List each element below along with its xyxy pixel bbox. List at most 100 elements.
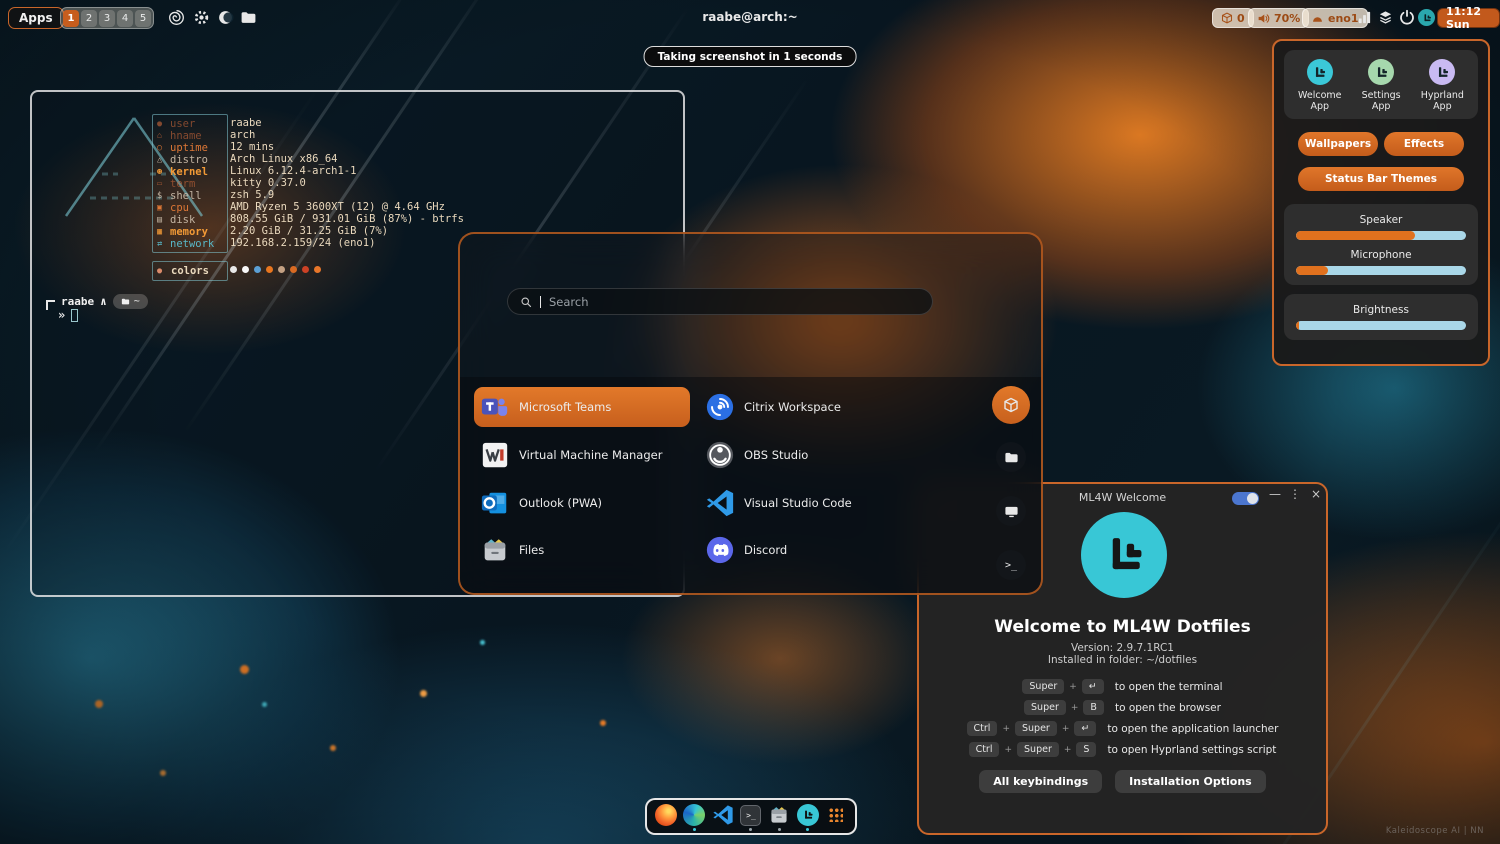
host-icon: ⌂	[157, 131, 167, 141]
launcher-app-discord[interactable]: Discord	[699, 530, 915, 570]
terminal-icon: ▭	[157, 179, 167, 189]
night-mode-icon[interactable]	[217, 9, 234, 26]
ml4w-icon[interactable]	[1418, 9, 1435, 26]
vmm-icon	[480, 440, 510, 470]
desktop: Kaleidoscope AI | NN Apps 1 2 3 4 5 raab…	[0, 0, 1500, 844]
workspace-2[interactable]: 2	[81, 10, 97, 27]
minimize-button[interactable]: —	[1267, 487, 1283, 501]
palette-icon: ●	[157, 266, 167, 276]
screenshot-notification[interactable]: Taking screenshot in 1 seconds	[644, 46, 857, 67]
keybinding-row: Super + B to open the browser	[919, 700, 1326, 715]
apps-button[interactable]: Apps	[8, 7, 64, 29]
fastfetch-values: raabe arch 12 mins Arch Linux x86_64 Lin…	[230, 117, 464, 250]
dock-item-firefox[interactable]	[654, 802, 678, 831]
package-icon	[1221, 12, 1233, 24]
prompt-corner-icon	[46, 300, 55, 310]
volume-indicator[interactable]: 70%	[1248, 8, 1309, 28]
dock-item-vscode[interactable]	[711, 802, 735, 831]
welcome-app-shortcut[interactable]: Welcome App	[1288, 59, 1352, 112]
settings-app-shortcut[interactable]: Settings App	[1352, 59, 1411, 112]
wallpapers-button[interactable]: Wallpapers	[1298, 132, 1378, 156]
files-icon	[768, 804, 790, 826]
workspaces: 1 2 3 4 5	[60, 7, 154, 29]
dock-item-ml4w[interactable]	[796, 802, 820, 831]
prompt-path: ~	[113, 294, 148, 309]
windows-mode-button[interactable]	[996, 496, 1026, 526]
dock-item-terminal[interactable]: >_	[739, 802, 763, 831]
workspace-1[interactable]: 1	[63, 10, 79, 27]
discord-icon	[705, 535, 735, 565]
settings-app-icon	[1368, 59, 1394, 85]
running-indicator	[693, 828, 696, 831]
fastfetch-color-palette	[230, 266, 321, 273]
search-input[interactable]: Search	[507, 288, 933, 315]
ml4w-logo	[1081, 512, 1167, 598]
installed-folder-text: Installed in folder: ~/dotfiles	[919, 654, 1326, 666]
user-icon: ●	[157, 119, 167, 129]
citrix-icon	[705, 392, 735, 422]
package-icon	[1003, 397, 1019, 413]
memory-icon: ▦	[157, 227, 167, 237]
launcher-app-obs-studio[interactable]: OBS Studio	[699, 435, 915, 475]
wallpaper-watermark: Kaleidoscope AI | NN	[1386, 826, 1484, 836]
file-manager-icon[interactable]	[240, 9, 257, 26]
running-indicator	[806, 828, 809, 831]
welcome-heading: Welcome to ML4W Dotfiles	[919, 617, 1326, 637]
fastfetch-labels-box: ●user ⌂hname ○uptime △distro ⊛kernel ▭te…	[152, 114, 228, 253]
microphone-label: Microphone	[1296, 249, 1466, 261]
system-monitor-icon[interactable]	[1357, 10, 1372, 25]
installation-options-button[interactable]: Installation Options	[1115, 770, 1266, 793]
files-icon	[480, 535, 510, 565]
microphone-slider[interactable]	[1296, 266, 1466, 275]
launcher-app-microsoft-teams[interactable]: Microsoft Teams	[474, 387, 690, 427]
dock: >_	[645, 798, 857, 835]
search-icon	[520, 296, 532, 308]
workspace-5[interactable]: 5	[135, 10, 151, 27]
disk-icon: ▤	[157, 215, 167, 225]
launcher-app-virtual-machine-manager[interactable]: Virtual Machine Manager	[474, 435, 690, 475]
workspace-4[interactable]: 4	[117, 10, 133, 27]
keybinding-row: Super + ↵ to open the terminal	[919, 679, 1326, 694]
version-text: Version: 2.9.7.1RC1	[919, 642, 1326, 654]
toggle-knob	[1247, 493, 1258, 504]
files-mode-button[interactable]	[996, 442, 1026, 472]
launcher-app-citrix-workspace[interactable]: Citrix Workspace	[699, 387, 915, 427]
power-icon[interactable]	[1399, 9, 1415, 25]
hyprland-app-icon	[1429, 59, 1455, 85]
speaker-icon	[1257, 12, 1270, 25]
shell-icon: $	[157, 191, 167, 201]
dock-item-edge[interactable]	[682, 802, 706, 831]
outlook-icon	[480, 488, 510, 518]
effects-button[interactable]: Effects	[1384, 132, 1464, 156]
chatgpt-icon[interactable]	[168, 9, 185, 26]
settings-gear-icon[interactable]	[193, 9, 210, 26]
brightness-slider[interactable]	[1296, 321, 1466, 330]
hyprland-app-shortcut[interactable]: Hyprland App	[1411, 59, 1474, 112]
edge-icon	[683, 804, 705, 826]
all-keybindings-button[interactable]: All keybindings	[979, 770, 1102, 793]
clock[interactable]: 11:12 Sun	[1437, 8, 1500, 28]
speaker-slider[interactable]	[1296, 231, 1466, 240]
status-bar: Apps 1 2 3 4 5 raabe@arch:~ 0 70% eno1	[0, 0, 1500, 36]
prompt-caret-icon: ∧	[100, 295, 107, 308]
network-if-icon: ⇄	[157, 239, 167, 249]
apps-mode-button[interactable]	[992, 386, 1030, 424]
speaker-label: Speaker	[1296, 214, 1466, 226]
launcher-app-files[interactable]: Files	[474, 530, 690, 570]
brightness-card: Brightness	[1284, 294, 1478, 340]
dock-item-files[interactable]	[767, 802, 791, 831]
layers-icon[interactable]	[1378, 10, 1393, 25]
workspace-3[interactable]: 3	[99, 10, 115, 27]
terminal-cursor[interactable]	[71, 309, 78, 322]
firefox-icon	[655, 804, 677, 826]
launcher-app-visual-studio-code[interactable]: Visual Studio Code	[699, 483, 915, 523]
dock-item-app-grid[interactable]	[824, 802, 848, 831]
panel-apps-card: Welcome App Settings App Hyprland App	[1284, 50, 1478, 119]
window-toggle[interactable]	[1232, 492, 1259, 505]
status-bar-themes-button[interactable]: Status Bar Themes	[1298, 167, 1464, 191]
folder-icon	[1004, 450, 1019, 465]
menu-kebab-icon[interactable]: ⋮	[1287, 487, 1303, 501]
launcher-app-outlook-pwa[interactable]: Outlook (PWA)	[474, 483, 690, 523]
run-mode-button[interactable]: >_	[996, 550, 1026, 580]
close-button[interactable]: ×	[1308, 487, 1324, 501]
